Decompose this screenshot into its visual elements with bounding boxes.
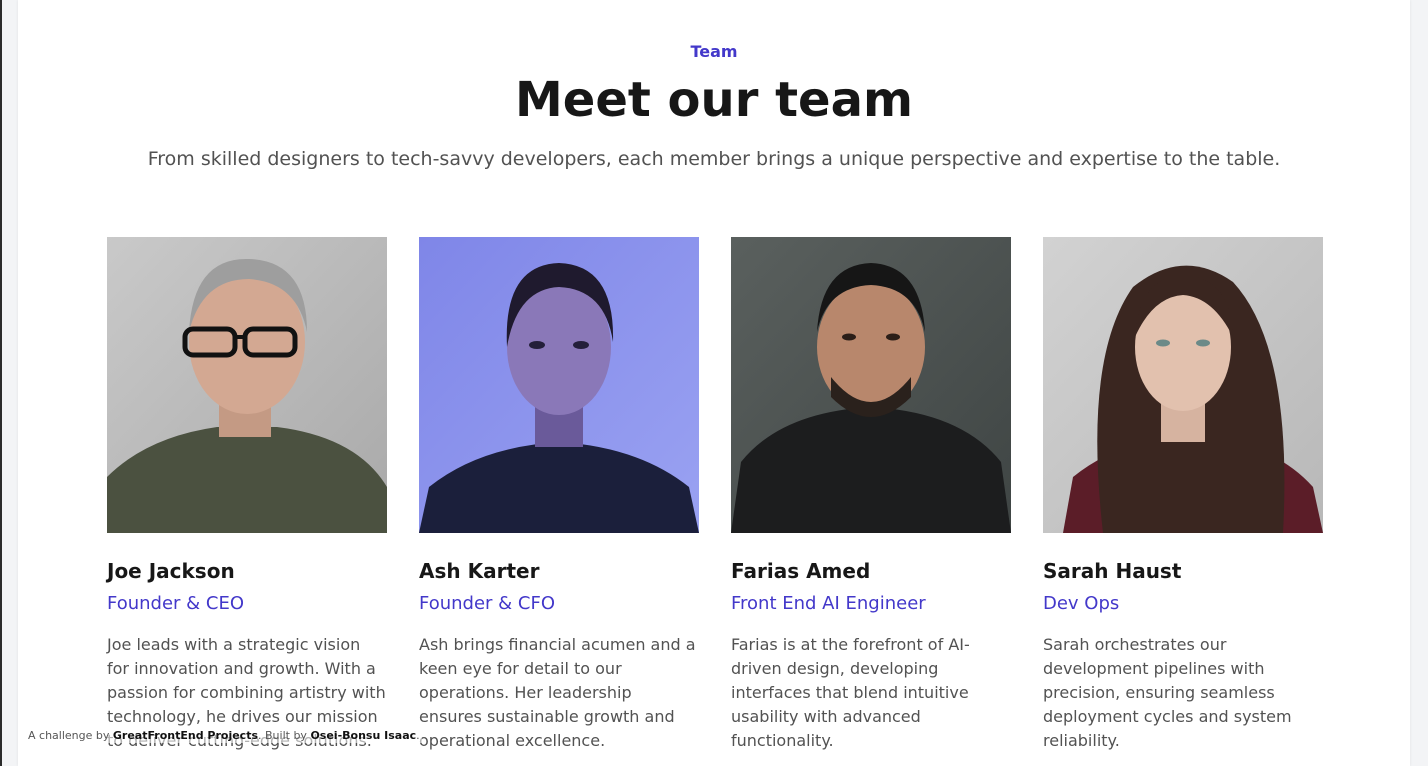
member-bio: Farias is at the forefront of AI-driven … [731,635,970,750]
browser-viewport: Team Meet our team From skilled designer… [0,0,1428,766]
greatfrontend-link[interactable]: GreatFrontEnd Projects [113,729,258,742]
page-title: Meet our team [515,72,913,128]
member-role: Founder & CEO [107,593,245,614]
team-member-card: Ash Karter Founder & CFO Ash brings fina… [419,237,699,753]
member-name: Ash Karter [419,559,540,583]
member-photo [419,237,699,533]
member-name: Farias Amed [731,559,871,583]
member-bio: Sarah orchestrates our development pipel… [1043,635,1292,750]
credit-prefix: A challenge by [28,729,110,742]
credit-suffix: . [416,729,420,742]
member-role: Founder & CFO [419,593,556,614]
member-photo [1043,237,1323,533]
team-member-card: Joe Jackson Founder & CEO Joe leads with… [107,237,387,753]
member-photo [107,237,387,533]
member-name: Sarah Haust [1043,559,1182,583]
team-grid: Joe Jackson Founder & CEO Joe leads with… [107,237,1323,753]
member-photo [731,237,1011,533]
credit-middle: . Built by [258,729,307,742]
team-section: Team Meet our team From skilled designer… [18,0,1410,766]
member-bio: Ash brings financial acumen and a keen e… [419,635,696,750]
member-name: Joe Jackson [107,559,235,583]
team-member-card: Farias Amed Front End AI Engineer Farias… [731,237,1011,753]
section-subtitle: From skilled designers to tech-savvy dev… [147,148,1281,170]
attribution-footer: A challenge by GreatFrontEnd Projects. B… [26,729,422,743]
author-link[interactable]: Osei-Bonsu Isaac [310,729,416,742]
member-role: Dev Ops [1043,593,1120,614]
section-eyebrow: Team [690,42,738,61]
window-edge [0,0,2,766]
team-member-card: Sarah Haust Dev Ops Sarah orchestrates o… [1043,237,1323,753]
member-role: Front End AI Engineer [731,593,926,614]
